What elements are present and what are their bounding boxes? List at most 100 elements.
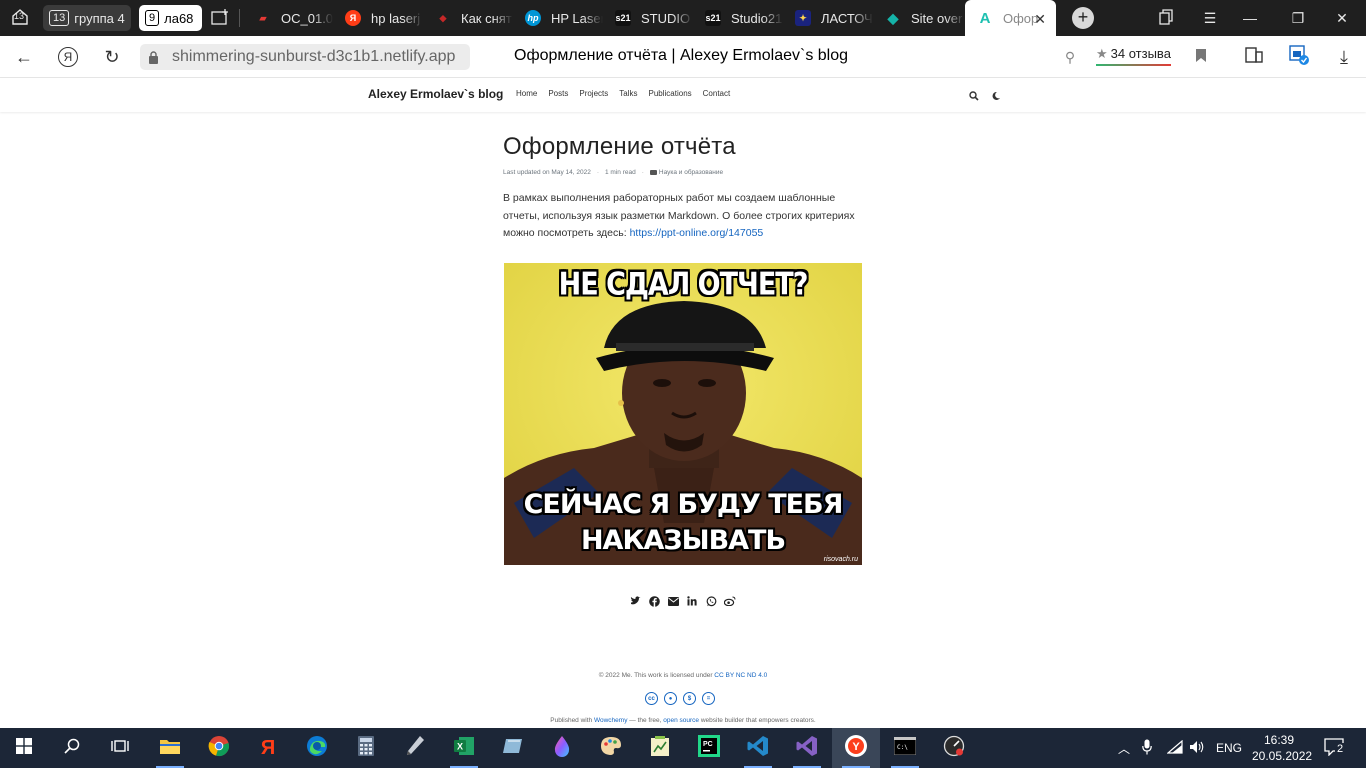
browser-menu-button[interactable]: ☰ [1190, 0, 1230, 36]
reload-button[interactable]: ↻ [100, 45, 124, 69]
taskbar-monitor-app[interactable] [930, 728, 978, 768]
bookmark-button[interactable] [1189, 45, 1213, 69]
nav-talks[interactable]: Talks [619, 89, 637, 98]
restore-icon: ❐ [1291, 9, 1305, 26]
tab-os01[interactable]: ▰ ОС_01.0 [243, 0, 333, 36]
open-source-link[interactable]: open source [663, 717, 699, 724]
taskbar-pen-app[interactable] [391, 728, 439, 768]
nav-publications[interactable]: Publications [649, 89, 692, 98]
published-text-end: website builder that empowers creators. [699, 717, 816, 724]
back-button[interactable]: ← [12, 45, 36, 69]
network-status[interactable] [1166, 728, 1183, 768]
tab-group-gruppa4[interactable]: 13 группа 4 [43, 5, 131, 31]
notebook-icon [502, 736, 524, 761]
tab-oformlenie-active[interactable]: A Офор ✕ [965, 0, 1056, 36]
taskbar-edge[interactable] [293, 728, 341, 768]
whatsapp-icon[interactable] [705, 595, 717, 607]
facebook-icon[interactable] [648, 595, 660, 607]
taskbar-search-button[interactable] [48, 728, 96, 768]
laptop-red-icon: ▰ [259, 12, 267, 23]
yandex-icon: Я [345, 10, 361, 26]
meme-bottom-line-2: НАКАЗЫВАТЬ [580, 525, 786, 556]
search-in-page-button[interactable]: ⚲ [1058, 45, 1082, 69]
tab-studio21[interactable]: s21 Studio21 [693, 0, 783, 36]
new-tab-group-button[interactable] [207, 5, 233, 31]
nav-projects[interactable]: Projects [579, 89, 608, 98]
taskbar-paint-drop[interactable] [538, 728, 586, 768]
downloads-button[interactable]: ⤓ [1332, 45, 1356, 69]
microphone-status[interactable] [1142, 728, 1152, 768]
terminal-icon: C:\ [893, 736, 917, 760]
article-title: Оформление отчёта [503, 133, 736, 160]
email-icon[interactable] [667, 595, 679, 607]
nav-contact[interactable]: Contact [703, 89, 731, 98]
site-brand[interactable]: Alexey Ermolaev`s blog [368, 87, 503, 101]
show-hidden-icons-button[interactable]: ︿ [1118, 728, 1130, 768]
taskbar-file-explorer[interactable] [146, 728, 194, 768]
input-language[interactable]: ENG [1216, 728, 1242, 768]
tab-group-home[interactable]: 13 [5, 5, 35, 31]
taskbar-notes-app[interactable] [489, 728, 537, 768]
tab-lastochka[interactable]: ✦ ЛАСТОЧ [783, 0, 873, 36]
license-link[interactable]: CC BY NC ND 4.0 [714, 672, 767, 679]
weibo-icon[interactable] [724, 595, 736, 607]
nav-home[interactable]: Home [516, 89, 537, 98]
reviews-badge[interactable]: ★ 34 отзыва [1096, 46, 1171, 66]
url-text: shimmering-sunburst-d3c1b1.netlify.app [172, 48, 456, 65]
plus-icon: + [1077, 7, 1089, 27]
tab-kak-snyat[interactable]: ◆ Как снят [423, 0, 513, 36]
tab-group-count: 13 [14, 11, 25, 21]
taskbar-terminal[interactable]: C:\ [881, 728, 929, 768]
close-window-button[interactable]: ✕ [1322, 0, 1362, 36]
restore-button[interactable]: ❐ [1278, 0, 1318, 36]
volume-status[interactable] [1189, 728, 1205, 768]
site-tools [969, 88, 1001, 106]
linkedin-icon[interactable] [686, 595, 698, 607]
taskbar-excel[interactable]: X [440, 728, 488, 768]
tab-group-la68[interactable]: 9 ла68 [139, 5, 202, 31]
meta-read-time: 1 min read [605, 169, 636, 176]
article: Оформление отчёта Last updated on May 14… [503, 112, 863, 243]
collections-button[interactable] [1146, 0, 1186, 36]
tab-studio[interactable]: s21 STUDIO [603, 0, 693, 36]
nav-posts[interactable]: Posts [548, 89, 568, 98]
taskbar-chrome[interactable] [195, 728, 243, 768]
ppt-online-link[interactable]: https://ppt-online.org/147055 [630, 227, 764, 239]
tab-hp-laserjet-search[interactable]: Я hp laserj [333, 0, 423, 36]
tab-site-overview[interactable]: ◆ Site over [873, 0, 965, 36]
minimize-button[interactable]: — [1230, 0, 1270, 36]
taskbar-yandex-browser-active[interactable]: Y [832, 728, 880, 768]
url-field[interactable]: shimmering-sunburst-d3c1b1.netlify.app [140, 44, 470, 70]
close-tab-icon[interactable]: ✕ [1034, 11, 1046, 28]
taskbar-vscode[interactable] [734, 728, 782, 768]
twitter-icon[interactable] [629, 595, 641, 607]
site-search-icon[interactable] [969, 88, 979, 106]
wowchemy-link[interactable]: Wowchemy [594, 717, 627, 724]
taskbar-chart-app[interactable] [636, 728, 684, 768]
calculator-icon [357, 735, 375, 762]
screenshot-button[interactable] [1287, 44, 1311, 69]
meta-category[interactable]: Наука и образование [649, 169, 723, 176]
task-view-icon [111, 738, 129, 759]
yandex-home-button[interactable]: Я [56, 45, 80, 69]
tab-hp-laser[interactable]: hp HP Laser [513, 0, 603, 36]
site-navbar: Alexey Ermolaev`s blog Home Posts Projec… [0, 78, 1366, 112]
svg-text:Y: Y [852, 741, 860, 753]
new-tab-button[interactable]: + [1072, 7, 1094, 29]
start-button[interactable] [0, 728, 48, 768]
taskbar-yandex[interactable]: Я [244, 728, 292, 768]
action-center-button[interactable]: 2 [1324, 728, 1346, 768]
task-view-button[interactable] [96, 728, 144, 768]
tabs-sidebar-button[interactable] [1242, 45, 1266, 69]
taskbar-calculator[interactable] [342, 728, 390, 768]
tab-group-count: 13 [49, 10, 70, 26]
taskbar-visual-studio[interactable] [783, 728, 831, 768]
windows-taskbar: Я X PC Y C:\ ︿ ENG 16:39 20.05.2022 2 [0, 728, 1366, 768]
taskbar-paint[interactable] [587, 728, 635, 768]
palette-icon [600, 736, 622, 761]
close-icon: ✕ [1336, 9, 1348, 26]
system-clock[interactable]: 16:39 20.05.2022 [1252, 732, 1312, 764]
article-paragraph: В рамках выполнения рабораторных работ м… [503, 190, 863, 243]
taskbar-pycharm[interactable]: PC [685, 728, 733, 768]
dark-mode-moon-icon[interactable] [991, 88, 1001, 106]
